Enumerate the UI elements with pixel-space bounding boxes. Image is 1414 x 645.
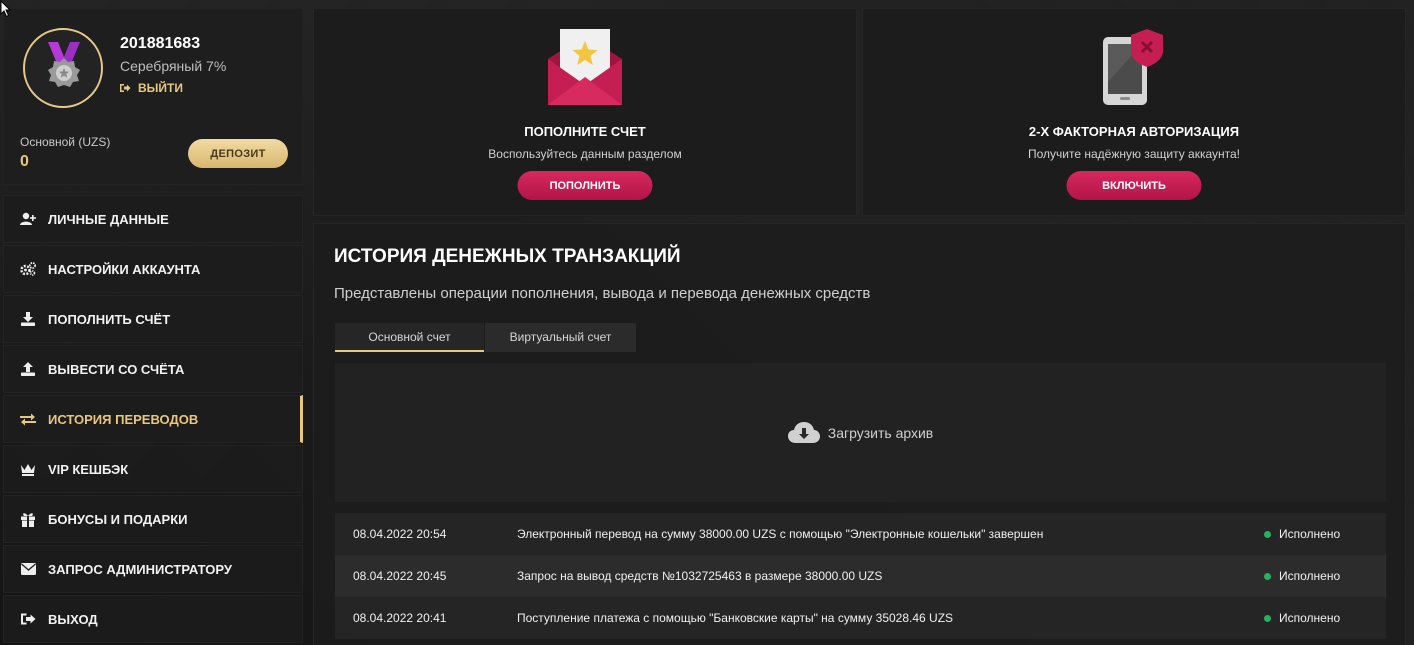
sidebar-item-label: ЛИЧНЫЕ ДАННЫЕ: [48, 211, 169, 227]
balance-label: Основной (UZS): [20, 135, 111, 149]
sidebar-item-withdraw[interactable]: ВЫВЕСТИ СО СЧЁТА: [3, 345, 303, 393]
upload-icon: [20, 361, 36, 377]
sidebar-item-transfer-history[interactable]: ИСТОРИЯ ПЕРЕВОДОВ: [3, 395, 303, 443]
sidebar-item-admin-request[interactable]: ЗАПРОС АДМИНИСТРАТОРУ: [3, 545, 303, 593]
table-row: 08.04.2022 20:45 Запрос на вывод средств…: [335, 555, 1386, 597]
page-title: ИСТОРИЯ ДЕНЕЖНЫХ ТРАНЗАКЦИЙ: [334, 246, 681, 267]
transaction-description: Поступление платежа с помощью "Банковски…: [517, 611, 954, 625]
status-label: Исполнено: [1279, 611, 1341, 625]
two-factor-card-subtitle: Получите надёжную защиту аккаунта!: [1027, 147, 1240, 161]
phone-shield-icon: [1103, 29, 1163, 105]
gears-icon: [20, 261, 36, 277]
sidebar-item-label: ЗАПРОС АДМИНИСТРАТОРУ: [48, 561, 232, 577]
deposit-button[interactable]: ДЕПОЗИТ: [188, 139, 288, 168]
transaction-description: Запрос на вывод средств №1032725463 в ра…: [517, 569, 883, 583]
exchange-icon: [20, 411, 36, 427]
tab-main-account[interactable]: Основной счет: [335, 323, 484, 352]
user-plus-icon: [20, 211, 36, 227]
sidebar-item-deposit[interactable]: ПОПОЛНИТЬ СЧЁТ: [3, 295, 303, 343]
status-label: Исполнено: [1279, 569, 1341, 583]
sidebar-item-personal-data[interactable]: ЛИЧНЫЕ ДАННЫЕ: [3, 195, 303, 243]
sidebar-item-vip-cashback[interactable]: VIP КЕШБЭК: [3, 445, 303, 493]
sidebar-item-label: ВЫВЕСТИ СО СЧЁТА: [48, 361, 185, 377]
transaction-date: 08.04.2022 20:45: [353, 569, 447, 583]
profile-card: 201881683 Серебряный 7% ВЫЙТИ Основной (…: [3, 8, 303, 185]
status-badge: Исполнено: [1264, 527, 1386, 541]
page-subtitle: Представлены операции пополнения, вывода…: [334, 285, 871, 302]
gift-icon: [20, 511, 36, 527]
sidebar-item-label: ИСТОРИЯ ПЕРЕВОДОВ: [48, 411, 199, 427]
sidebar: 201881683 Серебряный 7% ВЫЙТИ Основной (…: [3, 8, 303, 645]
status-dot-icon: [1264, 614, 1271, 622]
user-level: Серебряный 7%: [120, 58, 227, 74]
sidebar-item-account-settings[interactable]: НАСТРОЙКИ АККАУНТА: [3, 245, 303, 293]
user-id: 201881683: [120, 35, 201, 52]
enable-2fa-button[interactable]: ВКЛЮЧИТЬ: [1066, 171, 1202, 200]
transaction-date: 08.04.2022 20:41: [353, 611, 447, 625]
sidebar-item-label: VIP КЕШБЭК: [48, 461, 129, 477]
envelope-icon: [20, 561, 36, 577]
status-dot-icon: [1264, 572, 1271, 580]
sidebar-menu: ЛИЧНЫЕ ДАННЫЕ НАСТРОЙКИ АККАУНТА ПОПОЛНИ…: [3, 195, 303, 643]
logout-label: ВЫЙТИ: [138, 81, 183, 95]
medal-icon: [48, 42, 80, 87]
table-row: 08.04.2022 20:41 Поступление платежа с п…: [335, 597, 1386, 639]
sign-out-icon: [20, 611, 36, 627]
cloud-download-icon: [787, 421, 820, 443]
sidebar-item-label: ВЫХОД: [48, 611, 98, 627]
avatar: [23, 28, 103, 108]
sidebar-item-bonuses[interactable]: БОНУСЫ И ПОДАРКИ: [3, 495, 303, 543]
load-archive-label: Загрузить архив: [827, 424, 934, 441]
sidebar-item-label: БОНУСЫ И ПОДАРКИ: [48, 511, 188, 527]
status-label: Исполнено: [1279, 527, 1341, 541]
deposit-promo-card: ПОПОЛНИТЕ СЧЕТ Воспользуйтесь данным раз…: [313, 8, 857, 216]
tab-virtual-account[interactable]: Виртуальный счет: [485, 323, 636, 352]
two-factor-card-title: 2-Х ФАКТОРНАЯ АВТОРИЗАЦИЯ: [1028, 124, 1240, 139]
status-dot-icon: [1264, 530, 1271, 538]
sidebar-item-logout[interactable]: ВЫХОД: [3, 595, 303, 643]
sidebar-item-label: НАСТРОЙКИ АККАУНТА: [48, 261, 201, 277]
table-row: 08.04.2022 20:54 Электронный перевод на …: [335, 513, 1386, 555]
deposit-card-subtitle: Воспользуйтесь данным разделом: [488, 147, 682, 161]
download-icon: [20, 311, 36, 327]
load-archive-button[interactable]: Загрузить архив: [335, 363, 1386, 502]
transaction-description: Электронный перевод на сумму 38000.00 UZ…: [517, 527, 1044, 541]
account-tabs: Основной счет Виртуальный счет: [335, 323, 636, 352]
balance-value: 0: [20, 153, 29, 170]
top-up-button[interactable]: ПОПОЛНИТЬ: [517, 171, 653, 200]
two-factor-card: 2-Х ФАКТОРНАЯ АВТОРИЗАЦИЯ Получите надёж…: [862, 8, 1406, 216]
crown-icon: [20, 461, 36, 477]
logout-link[interactable]: ВЫЙТИ: [120, 81, 183, 95]
sidebar-item-label: ПОПОЛНИТЬ СЧЁТ: [48, 311, 171, 327]
transaction-history-panel: ИСТОРИЯ ДЕНЕЖНЫХ ТРАНЗАКЦИЙ Представлены…: [313, 223, 1406, 645]
transaction-list: 08.04.2022 20:54 Электронный перевод на …: [335, 513, 1386, 639]
mouse-cursor-icon: [0, 0, 12, 18]
transaction-date: 08.04.2022 20:54: [353, 527, 447, 541]
deposit-card-title: ПОПОЛНИТЕ СЧЕТ: [524, 124, 646, 139]
status-badge: Исполнено: [1264, 611, 1386, 625]
sign-out-icon: [120, 84, 131, 92]
status-badge: Исполнено: [1264, 569, 1386, 583]
envelope-star-icon: [548, 29, 622, 105]
